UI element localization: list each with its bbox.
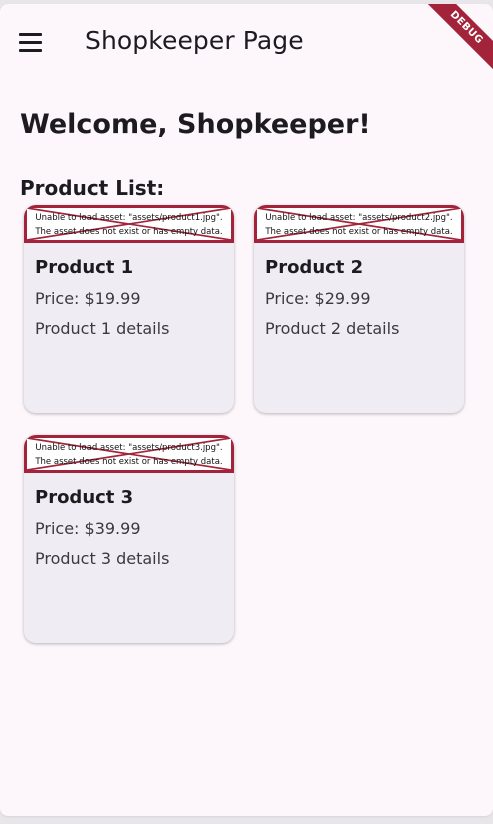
menu-icon[interactable]	[10, 22, 50, 62]
product-price: Price: $29.99	[265, 289, 371, 308]
product-price: Price: $39.99	[35, 519, 141, 538]
product-price: Price: $19.99	[35, 289, 141, 308]
product-name: Product 3	[35, 487, 134, 508]
product-image-error: Unable to load asset: "assets/product2.j…	[254, 205, 464, 243]
menu-icon-line	[18, 32, 42, 36]
app-window: Shopkeeper Page DEBUG Welcome, Shopkeepe…	[0, 4, 493, 816]
product-card[interactable]: Unable to load asset: "assets/product3.j…	[24, 435, 234, 643]
product-details: Product 1 details	[35, 319, 170, 338]
product-details: Product 3 details	[35, 549, 170, 568]
app-bar: Shopkeeper Page	[0, 4, 493, 80]
page-title: Shopkeeper Page	[85, 26, 304, 55]
menu-icon-line	[18, 40, 42, 44]
product-image-error: Unable to load asset: "assets/product1.j…	[24, 205, 234, 243]
product-name: Product 2	[265, 257, 364, 278]
image-error-message: Unable to load asset: "assets/product2.j…	[265, 213, 453, 237]
product-card[interactable]: Unable to load asset: "assets/product1.j…	[24, 205, 234, 413]
image-error-message: Unable to load asset: "assets/product1.j…	[35, 213, 223, 237]
product-image-error: Unable to load asset: "assets/product3.j…	[24, 435, 234, 473]
welcome-heading: Welcome, Shopkeeper!	[20, 109, 371, 140]
product-name: Product 1	[35, 257, 134, 278]
image-error-message: Unable to load asset: "assets/product3.j…	[35, 443, 223, 467]
product-details: Product 2 details	[265, 319, 400, 338]
product-list-heading: Product List:	[20, 176, 165, 200]
product-card[interactable]: Unable to load asset: "assets/product2.j…	[254, 205, 464, 413]
menu-icon-line	[18, 48, 42, 52]
